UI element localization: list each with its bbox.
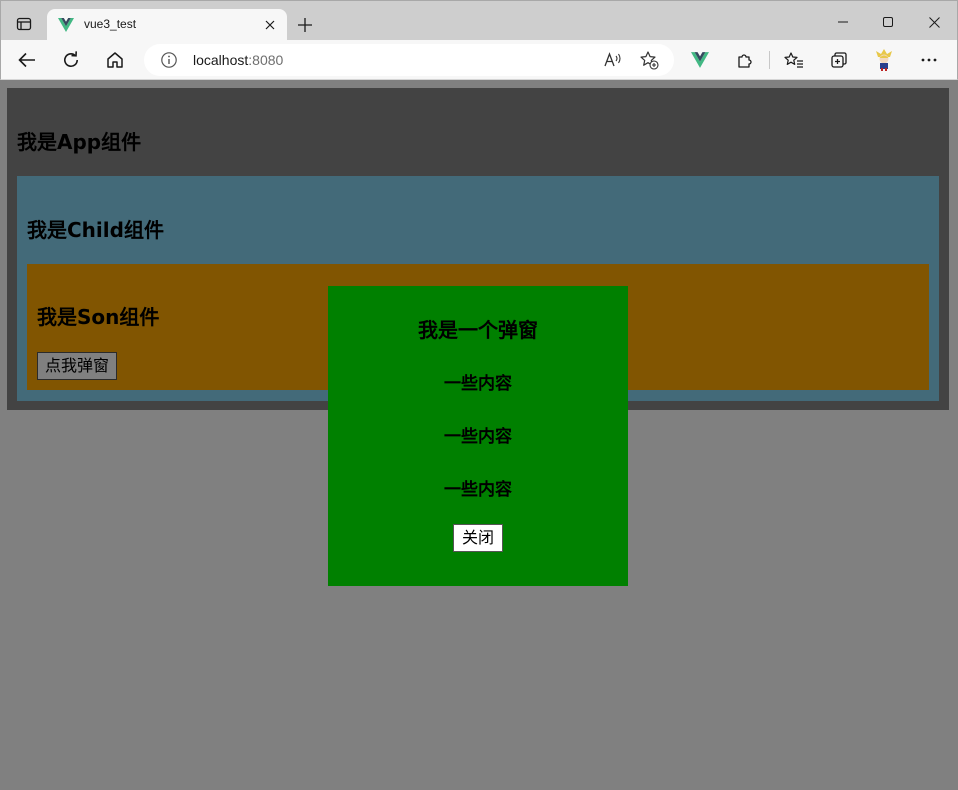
read-aloud-icon: [604, 52, 621, 67]
vue-logo-icon: [58, 18, 74, 32]
dialog-title: 我是一个弹窗: [418, 318, 538, 342]
home-button[interactable]: [101, 46, 129, 74]
window-close-button[interactable]: [914, 9, 954, 35]
son-title: 我是Son组件: [37, 305, 160, 329]
dialog: 我是一个弹窗 一些内容 一些内容 一些内容 关闭: [328, 286, 628, 586]
child-title: 我是Child组件: [27, 218, 164, 242]
address-bar[interactable]: localhost:8080: [144, 44, 674, 76]
tab-actions-button[interactable]: [9, 9, 39, 39]
refresh-button[interactable]: [57, 46, 85, 74]
plus-icon: [298, 18, 312, 32]
new-tab-button[interactable]: [293, 13, 317, 37]
add-favorite-button[interactable]: [638, 49, 660, 71]
puzzle-icon: [738, 54, 752, 68]
url-port: :8080: [248, 52, 284, 68]
star-add-icon: [640, 51, 659, 70]
refresh-icon: [64, 51, 79, 68]
tab-actions-icon: [16, 17, 32, 31]
read-aloud-button[interactable]: [602, 49, 624, 71]
minimize-button[interactable]: [823, 9, 863, 35]
tab-close-button[interactable]: [261, 16, 279, 34]
url-host: localhost: [193, 52, 249, 68]
page-viewport: 我是App组件 我是Child组件 我是Son组件 点我弹窗 我是一个弹窗 一些…: [1, 81, 957, 789]
open-dialog-button[interactable]: 点我弹窗: [37, 352, 118, 380]
back-arrow-icon: [18, 52, 35, 68]
favorites-icon: [784, 52, 803, 68]
close-icon: [265, 20, 275, 30]
url-text[interactable]: localhost:8080: [193, 52, 283, 68]
settings-more-button[interactable]: [915, 46, 943, 74]
collections-icon: [831, 52, 847, 68]
profile-button[interactable]: [870, 46, 898, 74]
vue-devtools-icon: [691, 52, 709, 68]
tab-strip: vue3_test: [0, 0, 958, 42]
vue-devtools-button[interactable]: [686, 46, 714, 74]
dialog-content-line: 一些内容: [444, 427, 512, 447]
favorites-button[interactable]: [780, 46, 808, 74]
extensions-button[interactable]: [731, 46, 759, 74]
minimize-icon: [838, 21, 848, 23]
collections-button[interactable]: [825, 46, 853, 74]
browser-tab[interactable]: vue3_test: [47, 9, 287, 42]
navigation-bar: localhost:8080: [0, 40, 958, 80]
toolbar-divider: [769, 51, 770, 69]
profile-avatar-icon: [876, 49, 892, 71]
more-dots-icon: [921, 58, 937, 62]
close-icon: [928, 16, 940, 28]
home-icon: [107, 52, 123, 68]
dialog-close-button[interactable]: 关闭: [453, 524, 503, 552]
dialog-content-line: 一些内容: [444, 374, 512, 394]
app-title: 我是App组件: [17, 130, 142, 154]
info-icon[interactable]: [160, 51, 178, 69]
tab-title: vue3_test: [84, 17, 137, 31]
maximize-icon: [883, 17, 893, 27]
dialog-content-line: 一些内容: [444, 480, 512, 500]
maximize-button[interactable]: [868, 9, 908, 35]
back-button[interactable]: [13, 46, 41, 74]
